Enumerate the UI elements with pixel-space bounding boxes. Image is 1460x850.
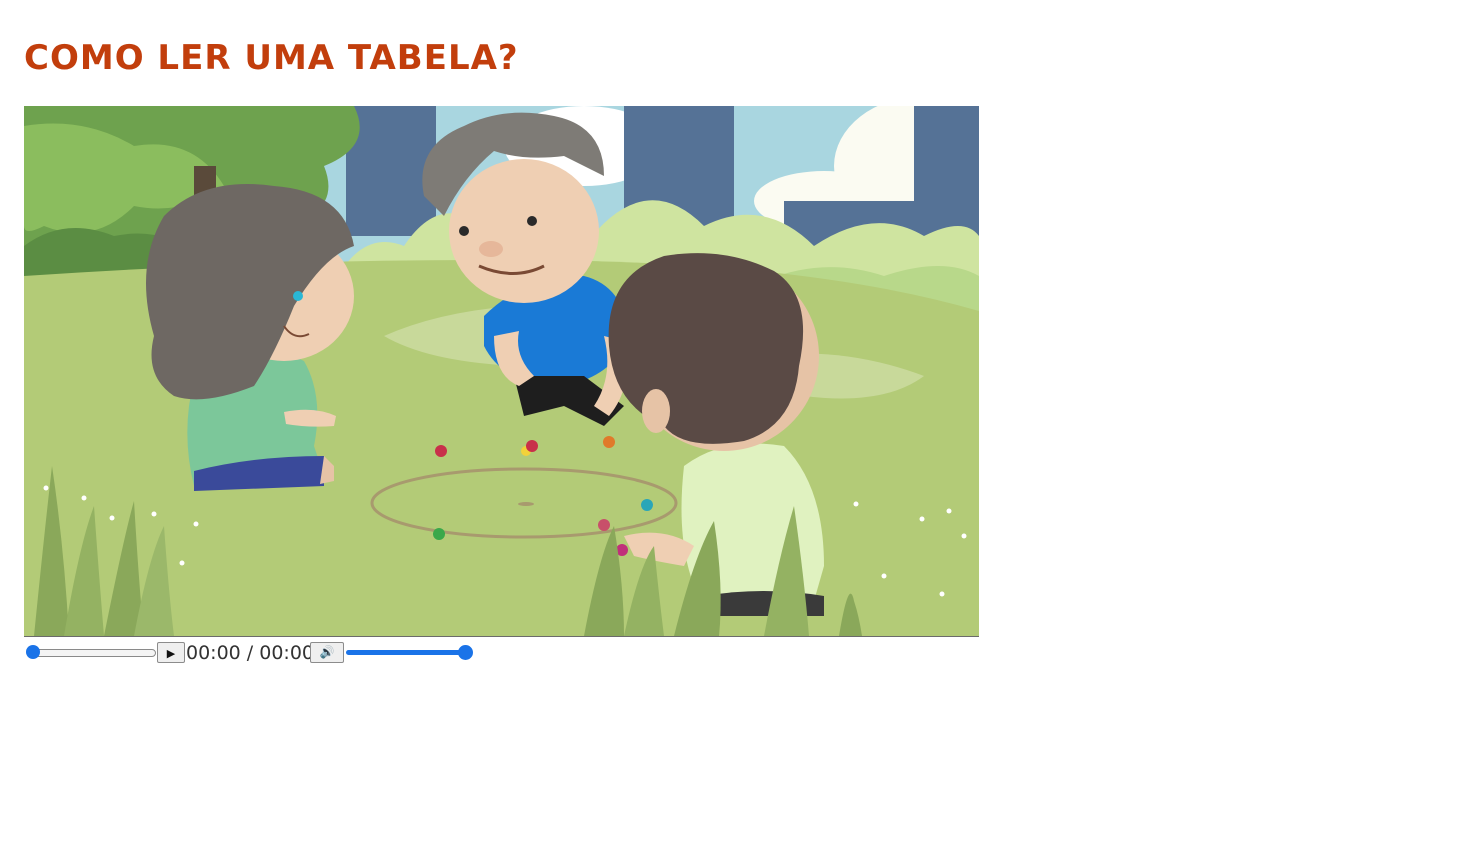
play-button[interactable]: ▶ xyxy=(157,642,185,663)
time-display: 00:00 / 00:00 xyxy=(186,642,314,664)
seek-slider[interactable] xyxy=(28,649,156,657)
seek-slider-thumb[interactable] xyxy=(26,645,40,659)
video-controls: ▶ 00:00 / 00:00 🔊 xyxy=(24,640,484,666)
volume-slider-thumb[interactable] xyxy=(458,645,473,660)
mute-button[interactable]: 🔊 xyxy=(310,642,344,663)
speaker-icon: 🔊 xyxy=(319,645,335,659)
video-thumbnail xyxy=(24,106,979,636)
page-title: COMO LER UMA TABELA? xyxy=(24,38,519,78)
volume-slider[interactable] xyxy=(346,650,466,655)
play-icon: ▶ xyxy=(166,647,176,660)
video-player[interactable] xyxy=(24,106,979,637)
